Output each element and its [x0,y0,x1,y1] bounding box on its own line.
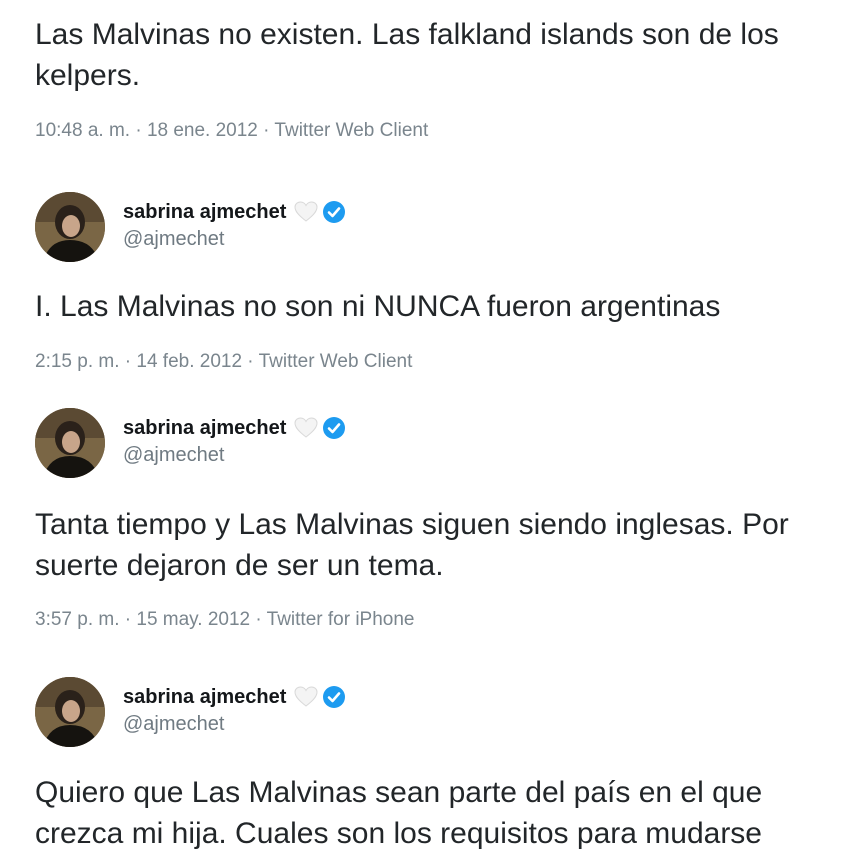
tweet-header: sabrina ajmechet @ajmechet [35,408,635,480]
user-handle[interactable]: @ajmechet [123,713,224,736]
tweet-header: sabrina ajmechet @ajmechet [35,677,635,749]
tweet-text: Tanta tiempo y Las Malvinas siguen siend… [35,508,789,582]
tweet-text: I. Las Malvinas no son ni NUNCA fueron a… [35,290,721,323]
avatar[interactable] [35,192,105,262]
display-name[interactable]: sabrina ajmechet [123,201,286,224]
user-handle[interactable]: @ajmechet [123,444,224,467]
tweet-text: Las Malvinas no existen. Las falkland is… [35,18,779,92]
white-heart-icon [294,417,318,439]
display-name[interactable]: sabrina ajmechet [123,686,286,709]
verified-badge-icon [322,685,346,709]
verified-badge-icon [322,200,346,224]
user-name-row: sabrina ajmechet [123,685,346,709]
tweet-header: sabrina ajmechet @ajmechet [35,192,635,264]
avatar[interactable] [35,408,105,478]
user-name-row: sabrina ajmechet [123,200,346,224]
verified-badge-icon [322,416,346,440]
avatar[interactable] [35,677,105,747]
tweet-text: Quiero que Las Malvinas sean parte del p… [35,776,763,850]
user-handle[interactable]: @ajmechet [123,228,224,251]
display-name[interactable]: sabrina ajmechet [123,417,286,440]
tweet-timestamp[interactable]: 3:57 p. m. · 15 may. 2012 · Twitter for … [35,609,414,631]
white-heart-icon [294,686,318,708]
user-name-row: sabrina ajmechet [123,416,346,440]
tweet-timestamp[interactable]: 2:15 p. m. · 14 feb. 2012 · Twitter Web … [35,351,412,373]
tweet-timestamp[interactable]: 10:48 a. m. · 18 ene. 2012 · Twitter Web… [35,120,428,142]
white-heart-icon [294,201,318,223]
